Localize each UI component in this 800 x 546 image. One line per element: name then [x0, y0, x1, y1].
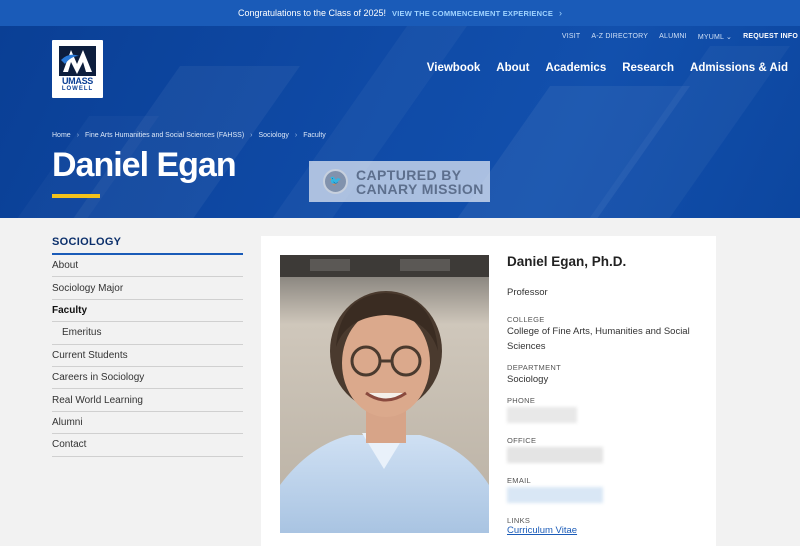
breadcrumb: Home › Fine Arts Humanities and Social S… [52, 132, 326, 139]
logo-text-lowell: LOWELL [61, 86, 94, 92]
sidebar-item-about[interactable]: About [52, 255, 243, 278]
sidebar-item-sociology-major[interactable]: Sociology Major [52, 277, 243, 300]
office-redacted [507, 447, 603, 463]
page-title: Daniel Egan [52, 146, 237, 184]
phone-label: PHONE [507, 396, 536, 405]
profile-role: Professor [507, 287, 548, 298]
portrait-image [280, 255, 489, 533]
nav-research[interactable]: Research [622, 62, 674, 74]
department-label: DEPARTMENT [507, 363, 561, 372]
college-value: College of Fine Arts, Humanities and Soc… [507, 326, 690, 352]
utility-visit[interactable]: VISIT [562, 33, 581, 41]
nav-about[interactable]: About [496, 62, 529, 74]
utility-directory[interactable]: A-Z DIRECTORY [591, 33, 648, 41]
sidebar-item-careers[interactable]: Careers in Sociology [52, 367, 243, 390]
email-label: EMAIL [507, 476, 532, 485]
chevron-down-icon: ⌄ [726, 34, 733, 41]
site-header: UMASS LOWELL VISIT A-Z DIRECTORY ALUMNI … [0, 26, 800, 218]
river-hawk-logo-icon [59, 46, 96, 76]
commencement-link[interactable]: VIEW THE COMMENCEMENT EXPERIENCE [392, 9, 553, 18]
sidebar-nav: SOCIOLOGY About Sociology Major Faculty … [52, 236, 243, 457]
sidebar-item-real-world-learning[interactable]: Real World Learning [52, 389, 243, 412]
watermark-line-2: CANARY MISSION [356, 180, 484, 197]
nav-academics[interactable]: Academics [545, 62, 606, 74]
college-label: COLLEGE [507, 315, 545, 324]
profile-card: Daniel Egan, Ph.D. Professor COLLEGE Col… [261, 236, 716, 546]
canary-mission-watermark: 🐦 CAPTURED BY CANARY MISSION [309, 161, 490, 202]
nav-admissions[interactable]: Admissions & Aid [690, 62, 788, 74]
phone-redacted [507, 407, 577, 423]
utility-myuml[interactable]: MYUML ⌄ [698, 33, 732, 41]
sidebar-heading[interactable]: SOCIOLOGY [52, 236, 243, 255]
profile-photo [280, 255, 489, 533]
office-label: OFFICE [507, 436, 537, 445]
sidebar-item-emeritus[interactable]: Emeritus [52, 322, 243, 345]
department-value: Sociology [507, 374, 549, 385]
chevron-right-icon: › [294, 132, 298, 139]
umass-lowell-logo[interactable]: UMASS LOWELL [52, 40, 103, 98]
chevron-right-icon: › [76, 132, 80, 139]
utility-request-info[interactable]: REQUEST INFO [743, 33, 798, 41]
logo-text-umass: UMASS [61, 76, 93, 86]
watermark-line-1: CAPTURED BY [356, 166, 462, 183]
breadcrumb-faculty[interactable]: Faculty [303, 132, 326, 139]
title-underline [52, 194, 100, 198]
sidebar-item-alumni[interactable]: Alumni [52, 412, 243, 435]
breadcrumb-fahss[interactable]: Fine Arts Humanities and Social Sciences… [85, 132, 244, 139]
watermark-text: CAPTURED BY CANARY MISSION [356, 168, 484, 196]
announcement-bar: Congratulations to the Class of 2025! VI… [0, 0, 800, 26]
sidebar-item-faculty[interactable]: Faculty [52, 300, 243, 323]
chevron-right-icon: › [559, 8, 563, 18]
breadcrumb-home[interactable]: Home [52, 132, 71, 139]
bird-seal-icon: 🐦 [323, 169, 348, 194]
main-nav: Viewbook About Academics Research Admiss… [427, 62, 788, 74]
utility-nav: VISIT A-Z DIRECTORY ALUMNI MYUML ⌄ REQUE… [562, 33, 798, 41]
sidebar-item-contact[interactable]: Contact [52, 434, 243, 457]
links-label: LINKS [507, 516, 531, 525]
nav-viewbook[interactable]: Viewbook [427, 62, 480, 74]
cv-link[interactable]: Curriculum Vitae [507, 525, 707, 536]
email-redacted[interactable] [507, 487, 603, 503]
announcement-text: Congratulations to the Class of 2025! [237, 8, 387, 18]
profile-name: Daniel Egan, Ph.D. [507, 254, 627, 269]
utility-alumni[interactable]: ALUMNI [659, 33, 687, 41]
sidebar-item-current-students[interactable]: Current Students [52, 345, 243, 367]
chevron-right-icon: › [250, 132, 253, 139]
breadcrumb-sociology[interactable]: Sociology [259, 132, 289, 139]
profile-info: Daniel Egan, Ph.D. Professor COLLEGE Col… [507, 254, 707, 536]
utility-myuml-label: MYUML [697, 34, 724, 41]
